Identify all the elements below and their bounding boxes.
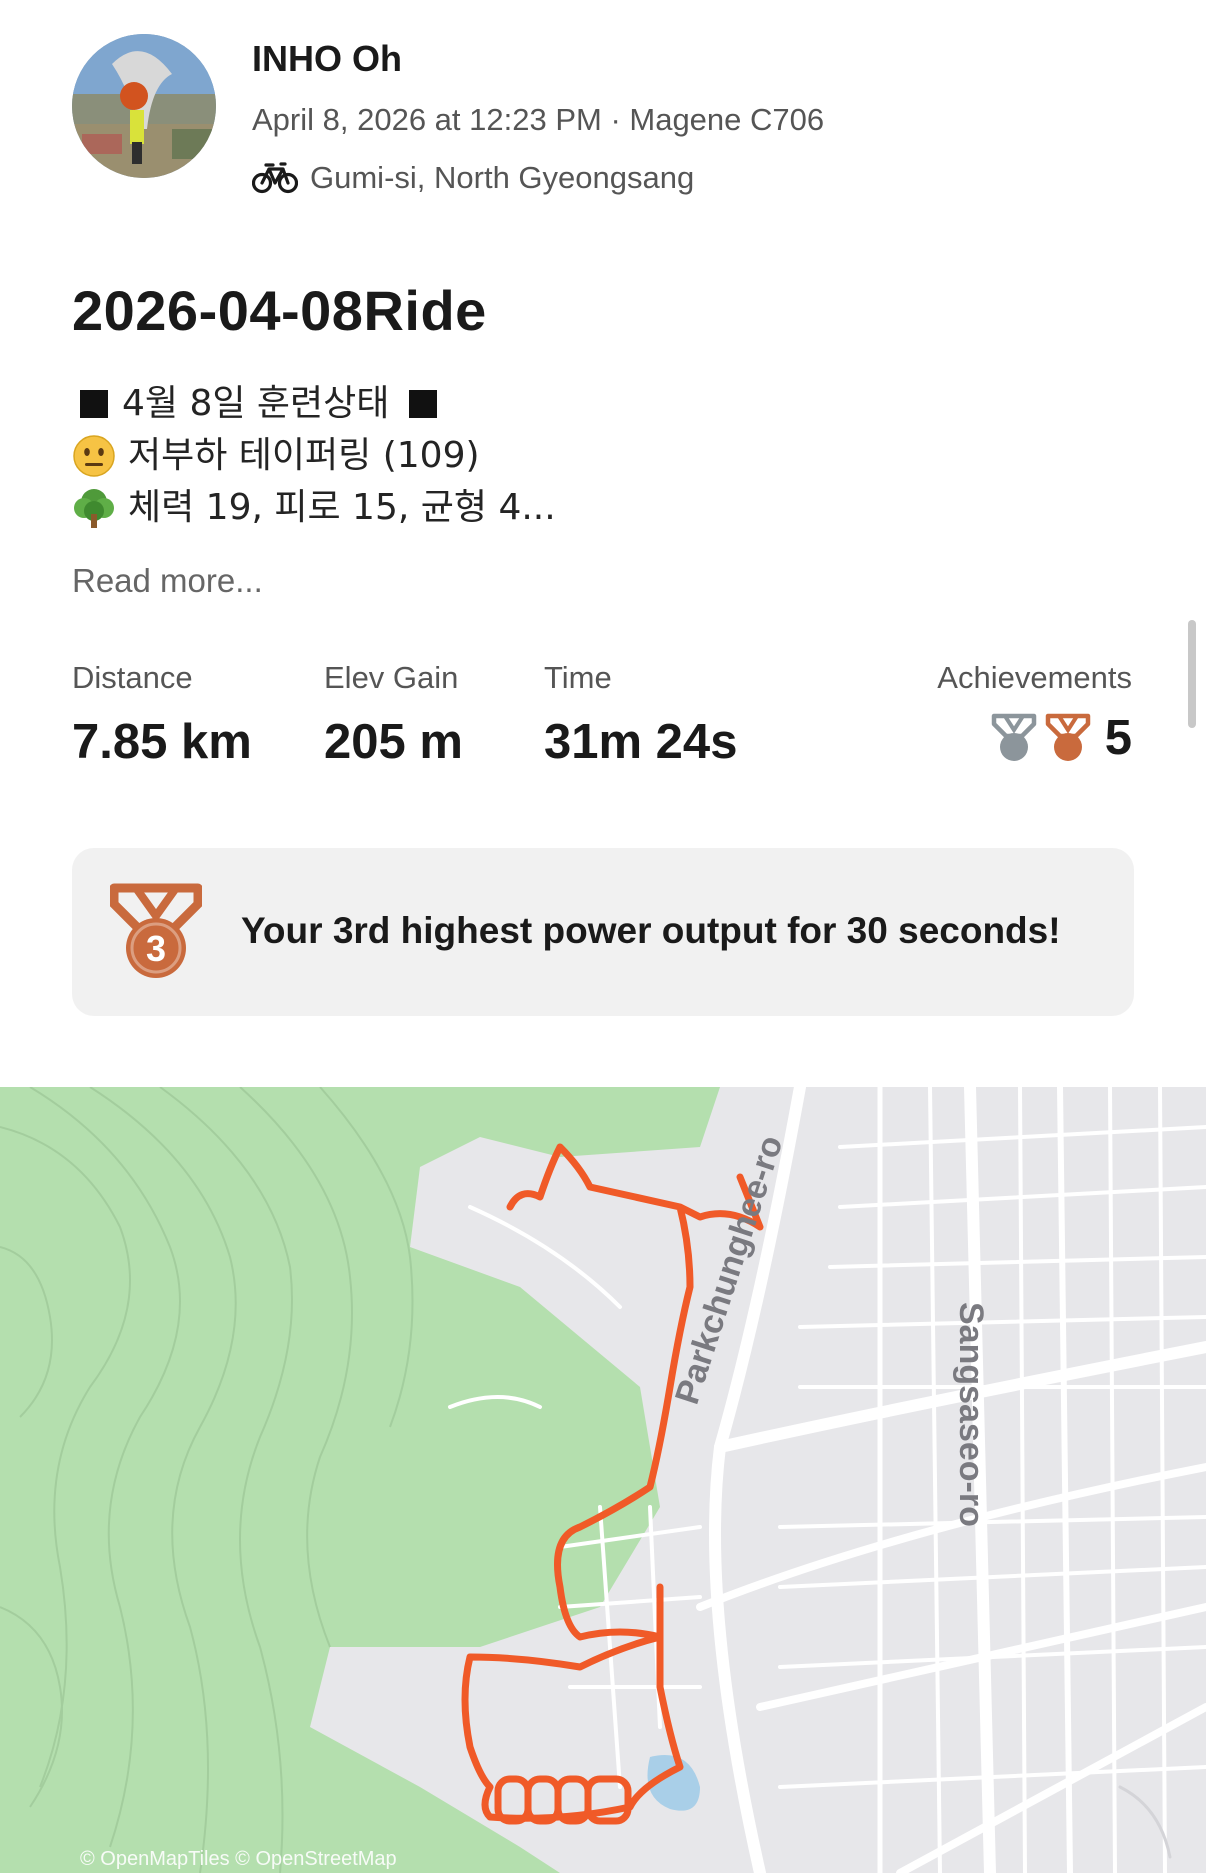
- stat-label: Time: [544, 660, 612, 695]
- activity-title: 2026-04-08Ride: [72, 279, 487, 342]
- route-map[interactable]: Parkchunghee-ro Sangsaseo-ro © OpenMapTi…: [0, 1087, 1206, 1873]
- description-line-1: 4월 8일 훈련상태: [72, 378, 556, 430]
- description-text-2: 저부하 테이퍼링 (109): [128, 435, 480, 476]
- black-square-icon: [80, 390, 108, 418]
- stat-time: Time 31m 24s: [544, 660, 737, 770]
- description-text-1: 4월 8일 훈련상태: [122, 383, 390, 424]
- read-more-link[interactable]: Read more...: [72, 562, 263, 600]
- stat-label: Elev Gain: [324, 660, 459, 695]
- silver-medal-icon: [991, 713, 1036, 761]
- map-canvas: [0, 1087, 1206, 1873]
- bicycle-icon: [252, 162, 298, 194]
- stat-value: 7.85 km: [72, 715, 252, 769]
- avatar[interactable]: [72, 34, 216, 178]
- tree-icon: [74, 489, 114, 528]
- achievements-row: 5: [937, 710, 1132, 766]
- achievement-highlight-card[interactable]: 3 Your 3rd highest power output for 30 s…: [72, 848, 1134, 1016]
- activity-meta: April 8, 2026 at 12:23 PM · Magene C706: [252, 102, 825, 137]
- medal-number: 3: [146, 928, 166, 969]
- bronze-medal-icon: [1045, 713, 1090, 761]
- bronze-medal-3-icon: 3: [109, 882, 203, 987]
- scrollbar[interactable]: [1188, 620, 1196, 728]
- neutral-face-icon: [73, 435, 115, 477]
- black-square-icon: [409, 390, 438, 418]
- stat-achievements[interactable]: Achievements 5: [937, 660, 1132, 766]
- highlight-text: Your 3rd highest power output for 30 sec…: [241, 910, 1061, 951]
- activity-description: 4월 8일 훈련상태 저부하 테이퍼링 (109) 체력 19, 피로 15, …: [72, 378, 556, 534]
- stat-distance: Distance 7.85 km: [72, 660, 252, 770]
- location-row: Gumi-si, North Gyeongsang: [252, 158, 694, 198]
- description-line-3: 체력 19, 피로 15, 균형 4...: [72, 482, 556, 534]
- stat-value: 31m 24s: [544, 715, 738, 769]
- stat-label: Distance: [72, 660, 193, 695]
- achievements-count: 5: [1104, 711, 1132, 765]
- road-label-sangsaseo: Sangsaseo-ro: [952, 1302, 990, 1527]
- description-text-3: 체력 19, 피로 15, 균형 4...: [128, 487, 556, 528]
- stat-label: Achievements: [937, 660, 1132, 695]
- stat-elev-gain: Elev Gain 205 m: [324, 660, 463, 770]
- athlete-name[interactable]: INHO Oh: [252, 38, 402, 80]
- stat-value: 205 m: [324, 715, 463, 769]
- description-line-2: 저부하 테이퍼링 (109): [72, 430, 556, 482]
- location-text: Gumi-si, North Gyeongsang: [310, 160, 695, 195]
- map-attribution: © OpenMapTiles © OpenStreetMap: [80, 1848, 397, 1870]
